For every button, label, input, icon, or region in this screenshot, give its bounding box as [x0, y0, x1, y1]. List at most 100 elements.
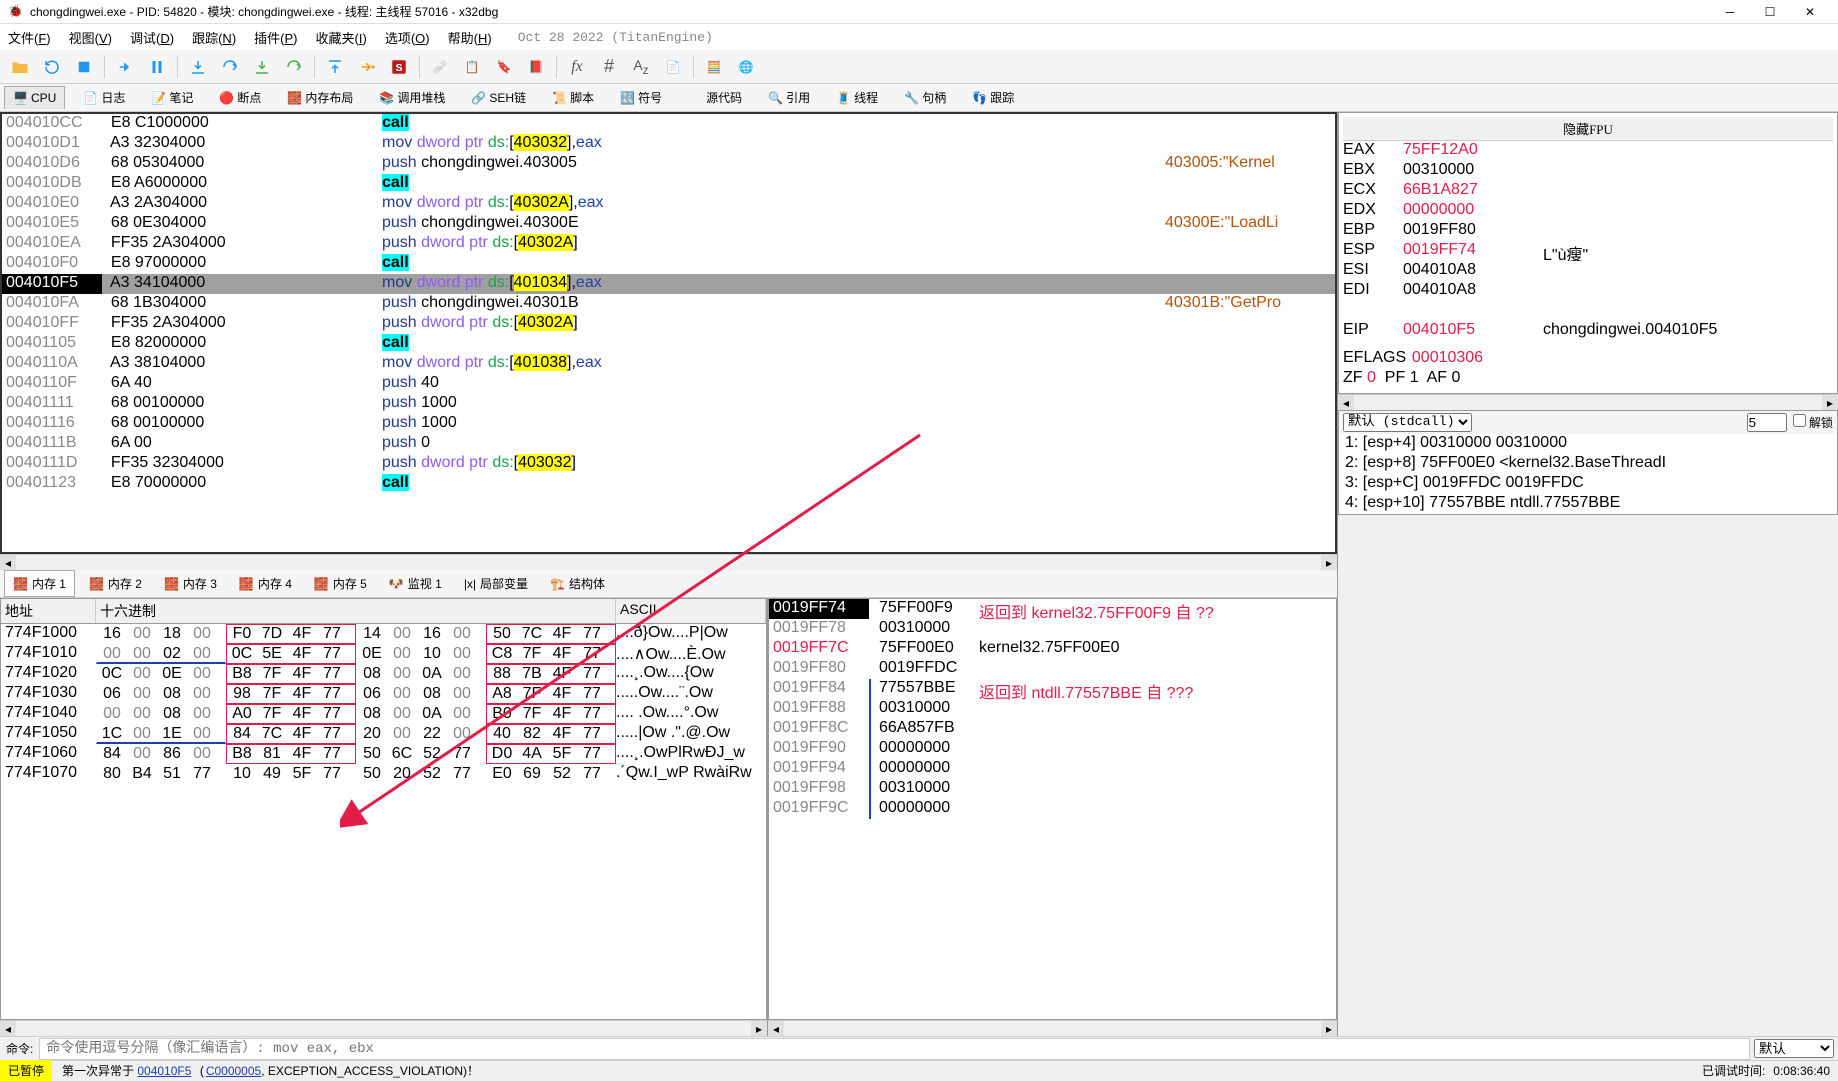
minimize-button[interactable]: ─: [1710, 0, 1750, 24]
dump-scrollbar[interactable]: ◂▸: [0, 1020, 767, 1036]
menu-文件[interactable]: 文件(F): [8, 28, 51, 47]
arg-row[interactable]: 3: [esp+C] 0019FFDC 0019FFDC: [1339, 474, 1837, 494]
reg-row-EDI[interactable]: EDI004010A8: [1343, 281, 1833, 301]
menu-视图[interactable]: 视图(V): [69, 28, 112, 47]
command-input[interactable]: [39, 1038, 1750, 1060]
reg-row-EAX[interactable]: EAX75FF12A0: [1343, 141, 1833, 161]
disasm-row[interactable]: 004010E0 A3 2A304000mov dword ptr ds:[40…: [2, 194, 1335, 214]
status-addr-link[interactable]: 004010F5: [137, 1064, 191, 1078]
arg-row[interactable]: 1: [esp+4] 00310000 00310000: [1339, 434, 1837, 454]
tab-源代码[interactable]: 源代码: [680, 85, 750, 110]
runto-icon[interactable]: [353, 53, 381, 81]
stack-row[interactable]: 0019FF9400000000: [769, 759, 1336, 779]
memtab-内存 4[interactable]: 🧱内存 4: [231, 571, 300, 596]
tab-调用堆栈[interactable]: 📚调用堆栈: [371, 85, 453, 110]
pause-icon[interactable]: [143, 53, 171, 81]
stack-row[interactable]: 0019FF8477557BBE返回到 ntdll.77557BBE 自 ???: [769, 679, 1336, 699]
comments-icon[interactable]: 📋: [458, 53, 486, 81]
trover-icon[interactable]: [280, 53, 308, 81]
close-button[interactable]: ✕: [1790, 0, 1830, 24]
memtab-内存 1[interactable]: 🧱内存 1: [4, 570, 75, 597]
maximize-button[interactable]: ☐: [1750, 0, 1790, 24]
run-icon[interactable]: [111, 53, 139, 81]
menu-跟踪[interactable]: 跟踪(N): [192, 28, 236, 47]
stack-view[interactable]: 0019FF7475FF00F9返回到 kernel32.75FF00F9 自 …: [768, 598, 1337, 1020]
dump-row[interactable]: 774F100016001800F07D4F7714001600507C4F77…: [1, 624, 766, 644]
disasm-row[interactable]: 004010F5 A3 34104000mov dword ptr ds:[40…: [2, 274, 1335, 294]
disasm-row[interactable]: 00401111 68 00100000push 1000: [2, 394, 1335, 414]
restart-icon[interactable]: [38, 53, 66, 81]
tab-线程[interactable]: 🧵线程: [828, 85, 886, 110]
stack-row[interactable]: 0019FF8800310000: [769, 699, 1336, 719]
disasm-row[interactable]: 004010CC E8 C1000000call: [2, 114, 1335, 134]
asm-icon[interactable]: Az: [627, 53, 655, 81]
reg-row-ESI[interactable]: ESI004010A8: [1343, 261, 1833, 281]
menu-选项[interactable]: 选项(O): [385, 28, 430, 47]
reg-row-EBP[interactable]: EBP0019FF80: [1343, 221, 1833, 241]
dump-row[interactable]: 774F10200C000E00B87F4F7708000A00887B4F77…: [1, 664, 766, 684]
stop-icon[interactable]: [70, 53, 98, 81]
disasm-row[interactable]: 004010FF FF35 2A304000push dword ptr ds:…: [2, 314, 1335, 334]
tab-内存布局[interactable]: 🧱内存布局: [279, 85, 361, 110]
stack-scrollbar[interactable]: ◂▸: [768, 1020, 1337, 1036]
dump-row[interactable]: 774F1010000002000C5E4F770E001000C87F4F77…: [1, 644, 766, 664]
disasm-row[interactable]: 004010DB E8 A6000000call: [2, 174, 1335, 194]
disasm-row[interactable]: 0040110F 6A 40push 40: [2, 374, 1335, 394]
memtab-内存 2[interactable]: 🧱内存 2: [81, 571, 150, 596]
arg-row[interactable]: 4: [esp+10] 77557BBE ntdll.77557BBE: [1339, 494, 1837, 514]
tab-句柄[interactable]: 🔧句柄: [896, 85, 954, 110]
disasm-row[interactable]: 0040111B 6A 00push 0: [2, 434, 1335, 454]
stack-row[interactable]: 0019FF7C75FF00E0kernel32.75FF00E0: [769, 639, 1336, 659]
stepinto-icon[interactable]: [184, 53, 212, 81]
menu-插件[interactable]: 插件(P): [254, 28, 297, 47]
update-icon[interactable]: 🌐: [732, 53, 760, 81]
memtab-内存 3[interactable]: 🧱内存 3: [156, 571, 225, 596]
patches-icon[interactable]: 🩹: [426, 53, 454, 81]
menu-帮助[interactable]: 帮助(H): [448, 28, 492, 47]
tab-跟踪[interactable]: 👣跟踪: [964, 85, 1022, 110]
disasm-row[interactable]: 004010F0 E8 97000000call: [2, 254, 1335, 274]
tab-断点[interactable]: 🔴断点: [211, 85, 269, 110]
dump-row[interactable]: 774F103006000800987F4F7706000800A87F4F77…: [1, 684, 766, 704]
reg-row-EIP[interactable]: EIP004010F5chongdingwei.004010F5: [1343, 321, 1833, 341]
registers-view[interactable]: 隐藏FPU EAX75FF12A0EBX00310000ECX66B1A827E…: [1338, 112, 1838, 394]
stepout-icon[interactable]: [321, 53, 349, 81]
cmd-profile-select[interactable]: 默认: [1754, 1039, 1834, 1058]
reg-row-ECX[interactable]: ECX66B1A827: [1343, 181, 1833, 201]
hash-icon[interactable]: #: [595, 53, 623, 81]
calc-icon[interactable]: 🧮: [700, 53, 728, 81]
callconv-select[interactable]: 默认 (stdcall): [1343, 413, 1472, 432]
tab-日志[interactable]: 📄日志: [75, 85, 133, 110]
disasm-row[interactable]: 004010D1 A3 32304000mov dword ptr ds:[40…: [2, 134, 1335, 154]
bookmarks-icon[interactable]: 📕: [522, 53, 550, 81]
reg-row-EBX[interactable]: EBX00310000: [1343, 161, 1833, 181]
dump-row[interactable]: 774F107080B4517710495F7750205277E0695277…: [1, 764, 766, 784]
memtab-结构体[interactable]: 🏗️结构体: [542, 571, 613, 596]
disasm-row[interactable]: 004010FA 68 1B304000push chongdingwei.40…: [2, 294, 1335, 314]
disasm-row[interactable]: 0040110A A3 38104000mov dword ptr ds:[40…: [2, 354, 1335, 374]
stack-row[interactable]: 0019FF7800310000: [769, 619, 1336, 639]
menu-收藏夹[interactable]: 收藏夹(I): [316, 28, 367, 47]
disasm-row[interactable]: 00401123 E8 70000000call: [2, 474, 1335, 494]
disasm-row[interactable]: 004010E5 68 0E304000push chongdingwei.40…: [2, 214, 1335, 234]
disasm-scrollbar[interactable]: ◂▸: [0, 554, 1337, 570]
reg-row-EDX[interactable]: EDX00000000: [1343, 201, 1833, 221]
stack-row[interactable]: 0019FF9C00000000: [769, 799, 1336, 819]
stack-row[interactable]: 0019FF800019FFDC: [769, 659, 1336, 679]
stack-row[interactable]: 0019FF8C66A857FB: [769, 719, 1336, 739]
unlock-checkbox[interactable]: [1793, 414, 1806, 427]
scylla-icon[interactable]: S: [385, 53, 413, 81]
stack-row[interactable]: 0019FF9000000000: [769, 739, 1336, 759]
arg-row[interactable]: 2: [esp+8] 75FF00E0 <kernel32.BaseThread…: [1339, 454, 1837, 474]
stack-row[interactable]: 0019FF9800310000: [769, 779, 1336, 799]
tab-CPU[interactable]: 🖥️CPU: [4, 86, 65, 109]
status-code-link[interactable]: C0000005: [206, 1064, 261, 1078]
trinto-icon[interactable]: [248, 53, 276, 81]
dump-row[interactable]: 774F104000000800A07F4F7708000A00B07F4F77…: [1, 704, 766, 724]
memtab-内存 5[interactable]: 🧱内存 5: [306, 571, 375, 596]
memtab-监视 1[interactable]: 🐶监视 1: [381, 571, 450, 596]
labels-icon[interactable]: 🔖: [490, 53, 518, 81]
tab-笔记[interactable]: 📝笔记: [143, 85, 201, 110]
disasm-row[interactable]: 004010EA FF35 2A304000push dword ptr ds:…: [2, 234, 1335, 254]
argcount-input[interactable]: [1747, 413, 1787, 432]
